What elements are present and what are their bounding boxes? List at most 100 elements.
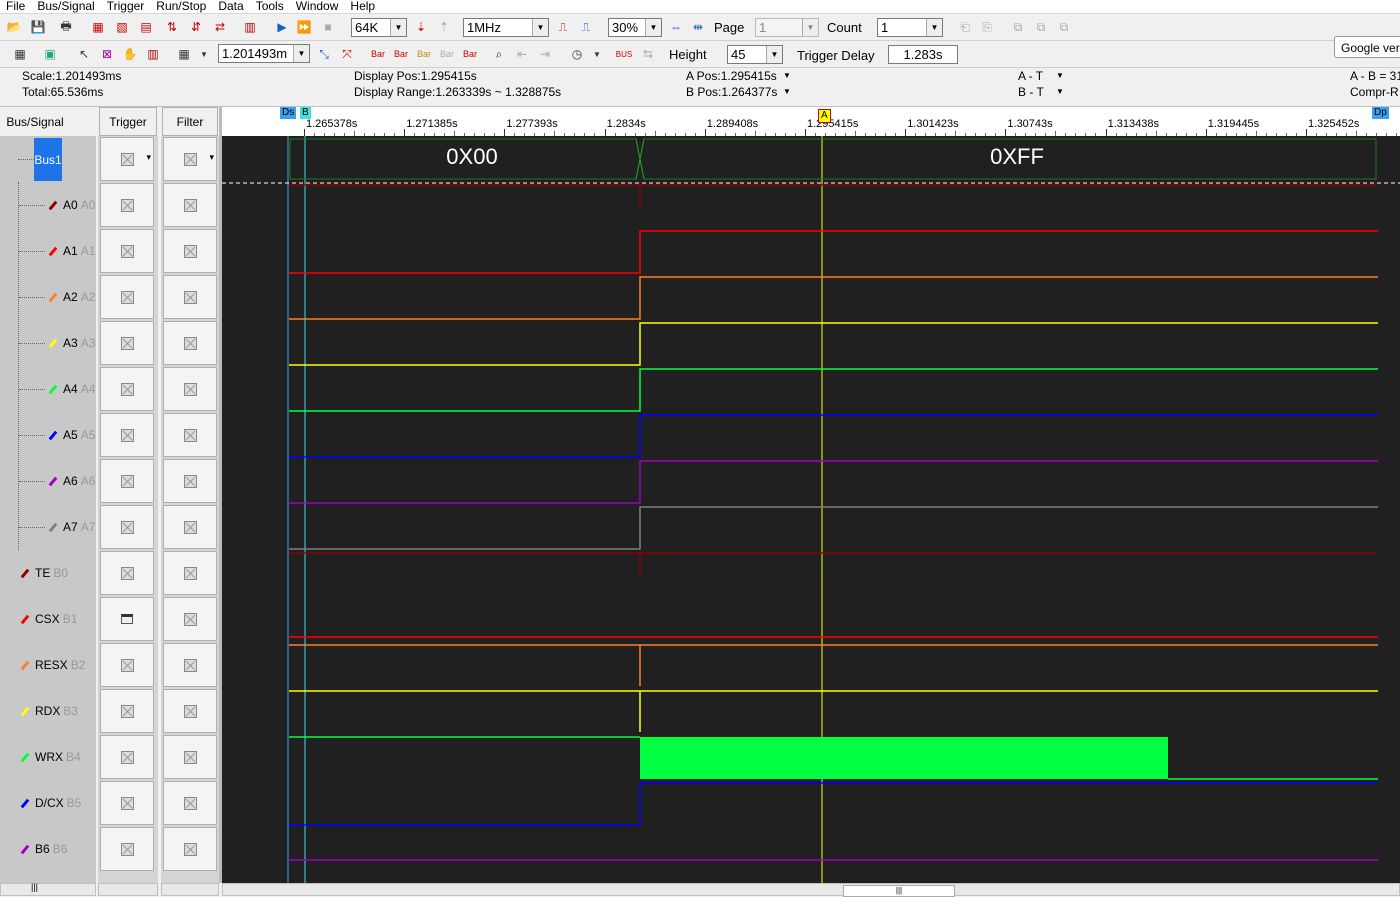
measure-icon[interactable]: ▥ xyxy=(143,44,163,64)
signal-color-icon[interactable] xyxy=(20,798,30,808)
filter-cell[interactable] xyxy=(163,781,217,825)
signal-row-b6[interactable]: B6 B6 xyxy=(20,826,67,872)
a-t-dropdown-icon[interactable]: ▼ xyxy=(1056,69,1064,83)
bus-disabled-icon[interactable]: ⇆ xyxy=(638,44,658,64)
filter-trigger-icon[interactable]: ⇄ xyxy=(210,17,230,37)
signal-hscroll[interactable]: ||| xyxy=(0,882,96,896)
edge-trigger-icon[interactable]: ⇅ xyxy=(162,17,182,37)
compress-disabled-icon[interactable]: ⇡ xyxy=(434,17,454,37)
menu-run-stop[interactable]: Run/Stop xyxy=(150,0,212,13)
signal-row-a4[interactable]: A4 A4 xyxy=(48,366,95,412)
signal-row-resx[interactable]: RESX B2 xyxy=(20,642,85,688)
signal-row-a2[interactable]: A2 A2 xyxy=(48,274,95,320)
trigger-percent-select[interactable]: 30% ▼ xyxy=(608,18,662,37)
menu-trigger[interactable]: Trigger xyxy=(101,0,151,13)
filter-cell[interactable] xyxy=(163,459,217,503)
trigger-cell[interactable] xyxy=(100,321,154,365)
display-mode-icon[interactable]: ▦ xyxy=(174,44,194,64)
page-last-icon[interactable]: ⧉ xyxy=(1031,17,1051,37)
display-mode-dropdown-icon[interactable]: ▼ xyxy=(194,44,214,64)
chevron-down-icon[interactable]: ▾ xyxy=(146,152,151,163)
clock-wave-icon[interactable]: ⎍ xyxy=(553,17,573,37)
trigger-cell[interactable] xyxy=(100,781,154,825)
menu-file[interactable]: File xyxy=(0,0,31,13)
trigger-setup-icon[interactable]: ▤ xyxy=(136,17,156,37)
menu-tools[interactable]: Tools xyxy=(250,0,290,13)
filter-hscroll[interactable] xyxy=(161,883,219,896)
filter-cell[interactable] xyxy=(163,183,217,227)
zoom-reset-icon[interactable]: ⤧ xyxy=(337,44,357,64)
bus1-label[interactable]: Bus1 xyxy=(34,138,62,181)
signal-color-icon[interactable] xyxy=(48,384,58,394)
filter-cell[interactable] xyxy=(163,827,217,871)
menu-bus-signal[interactable]: Bus/Signal xyxy=(31,0,100,13)
signal-color-icon[interactable] xyxy=(20,844,30,854)
signal-color-icon[interactable] xyxy=(48,430,58,440)
pattern-trigger-icon[interactable]: ⇵ xyxy=(186,17,206,37)
trigger-hscroll[interactable] xyxy=(98,883,158,896)
zoom-in-icon[interactable]: ⇔ xyxy=(666,17,686,37)
waveform-hscroll[interactable]: ||| xyxy=(222,883,1400,897)
binoculars-icon[interactable]: ⌕ xyxy=(489,44,509,64)
waveform-area[interactable]: 0X00 0XFF xyxy=(222,136,1400,883)
chevron-down-icon[interactable]: ▾ xyxy=(209,152,214,163)
bar-cursor-d-icon[interactable]: Bar xyxy=(460,44,480,64)
height-select[interactable]: 45 ▼ xyxy=(727,45,783,64)
bar-cursor-t-icon[interactable]: Bar xyxy=(437,44,457,64)
signal-row-a7[interactable]: A7 A7 xyxy=(48,504,95,550)
trigger-cell[interactable] xyxy=(100,735,154,779)
menu-help[interactable]: Help xyxy=(344,0,381,13)
report-icon[interactable]: ▥ xyxy=(240,17,260,37)
signal-color-icon[interactable] xyxy=(48,246,58,256)
page-goto-icon[interactable]: ⧉ xyxy=(1054,17,1074,37)
sample-rate-select[interactable]: 1MHz ▼ xyxy=(463,18,549,37)
bar-cursor-a-icon[interactable]: Bar xyxy=(368,44,388,64)
save-icon[interactable]: 💾 xyxy=(28,17,48,37)
signal-row-a3[interactable]: A3 A3 xyxy=(48,320,95,366)
filter-cell[interactable] xyxy=(163,735,217,779)
menu-window[interactable]: Window xyxy=(290,0,345,13)
filter-cell[interactable] xyxy=(163,321,217,365)
trigger-cell[interactable] xyxy=(100,229,154,273)
trigger-cell[interactable] xyxy=(100,413,154,457)
signal-color-icon[interactable] xyxy=(48,338,58,348)
signal-color-icon[interactable] xyxy=(48,292,58,302)
filter-cell[interactable]: ▾ xyxy=(163,137,217,181)
trigger-delay-field[interactable]: 1.283s xyxy=(888,45,958,64)
signal-row-csx[interactable]: CSX B1 xyxy=(20,596,77,642)
open-icon[interactable]: 📂 xyxy=(4,17,24,37)
menu-data[interactable]: Data xyxy=(212,0,249,13)
clock-dropdown-icon[interactable]: ▼ xyxy=(587,44,607,64)
signal-setup-icon[interactable]: ▧ xyxy=(112,17,132,37)
count-select[interactable]: 1 ▼ xyxy=(877,18,943,37)
signal-color-icon[interactable] xyxy=(20,660,30,670)
signal-color-icon[interactable] xyxy=(20,568,30,578)
bar-cursor-c-icon[interactable]: Bar xyxy=(414,44,434,64)
cursor-b-tag[interactable]: B xyxy=(300,107,311,119)
pointer-icon[interactable]: ↖ xyxy=(74,44,94,64)
grid-icon[interactable]: ▦ xyxy=(10,44,30,64)
trigger-cell[interactable] xyxy=(100,597,154,641)
memory-depth-select[interactable]: 64K ▼ xyxy=(351,18,407,37)
hand-icon[interactable]: ✋ xyxy=(120,44,140,64)
clock-icon[interactable]: ◷ xyxy=(567,44,587,64)
trigger-cell[interactable] xyxy=(100,275,154,319)
google-tab[interactable]: Google ver xyxy=(1334,36,1400,58)
signal-row-rdx[interactable]: RDX B3 xyxy=(20,688,78,734)
b-t-dropdown-icon[interactable]: ▼ xyxy=(1056,85,1064,99)
filter-cell[interactable] xyxy=(163,229,217,273)
signal-row-te[interactable]: TE B0 xyxy=(20,550,68,596)
b-pos-dropdown-icon[interactable]: ▼ xyxy=(783,85,791,99)
page-select[interactable]: 1 ▼ xyxy=(755,18,819,37)
filter-cell[interactable] xyxy=(163,505,217,549)
stop-icon[interactable]: ■ xyxy=(318,17,338,37)
signal-color-icon[interactable] xyxy=(48,200,58,210)
trigger-cell[interactable]: ▾ xyxy=(100,137,154,181)
bus-setup-icon[interactable]: ▦ xyxy=(88,17,108,37)
trigger-cell[interactable] xyxy=(100,183,154,227)
signal-color-icon[interactable] xyxy=(20,614,30,624)
waveform-scroll-thumb[interactable]: ||| xyxy=(843,885,955,897)
signal-color-icon[interactable] xyxy=(48,522,58,532)
scale-select[interactable]: 1.201493m ▼ xyxy=(218,44,310,63)
search-prev-icon[interactable]: ⇤ xyxy=(512,44,532,64)
